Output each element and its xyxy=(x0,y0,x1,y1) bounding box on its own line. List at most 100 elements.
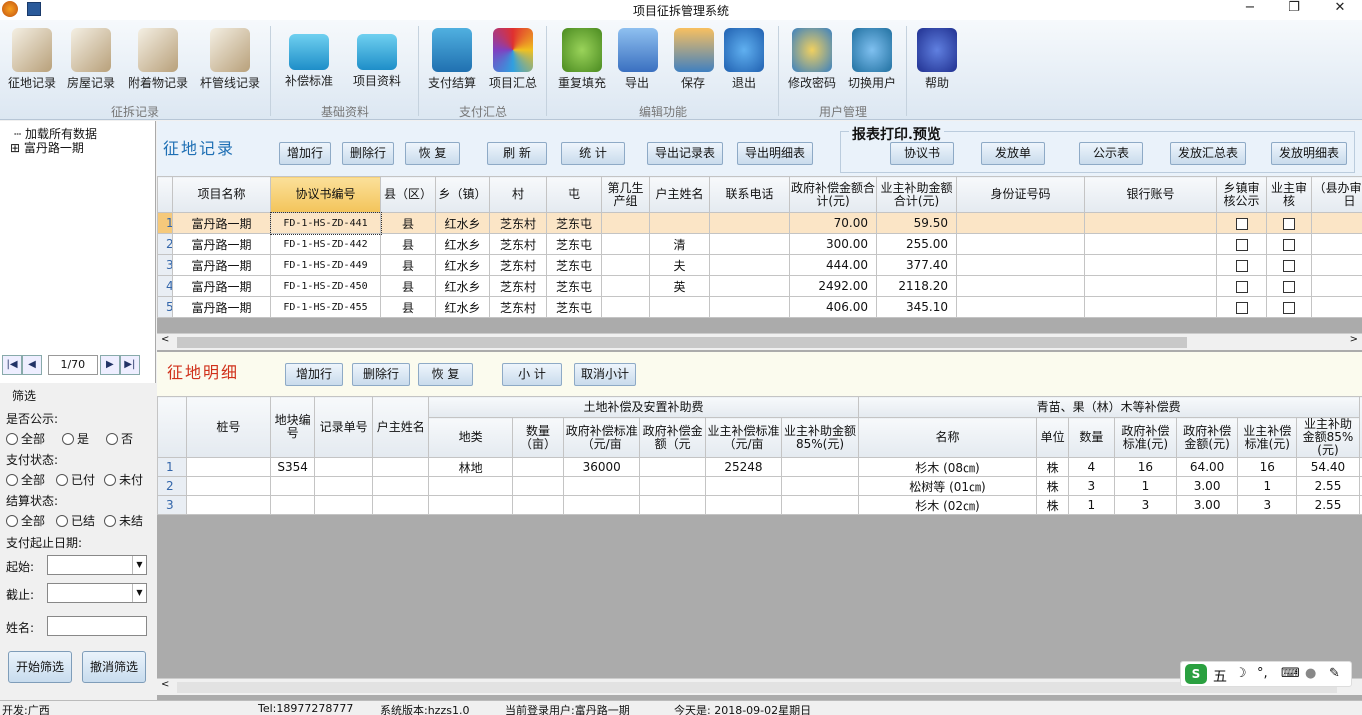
table-cell[interactable] xyxy=(314,457,374,477)
table-cell[interactable]: 5 xyxy=(157,296,173,318)
table-cell[interactable] xyxy=(511,476,564,496)
column-header[interactable]: 村 xyxy=(489,176,547,213)
checkbox[interactable] xyxy=(1235,259,1248,272)
table-row[interactable]: 3富丹路一期FD-1-HS-ZD-449县红水乡芝东村芝东屯 夫 444.00377… xyxy=(157,254,1362,276)
close-button[interactable]: ✕ xyxy=(1320,0,1360,18)
ribbon-button-3[interactable]: 杆管线记录 xyxy=(198,24,262,90)
table-cell[interactable] xyxy=(601,212,650,234)
cancel-filter-button[interactable]: 撤消筛选 xyxy=(82,651,146,683)
table-cell[interactable]: 红水乡 xyxy=(435,275,490,297)
page-input[interactable]: 1/70 xyxy=(47,355,98,375)
table-cell[interactable]: 2.55 xyxy=(1296,476,1360,496)
table-cell[interactable]: 1 xyxy=(1113,476,1178,496)
table-cell[interactable]: 64.00 xyxy=(1175,457,1239,477)
ribbon-button-4[interactable]: 补偿标准 xyxy=(280,24,338,88)
table-cell[interactable]: 3.00 xyxy=(1175,476,1239,496)
table-cell[interactable] xyxy=(781,457,859,477)
checkbox[interactable] xyxy=(1235,301,1248,314)
table-cell[interactable]: 3.00 xyxy=(1175,495,1239,515)
table-cell[interactable] xyxy=(1216,275,1267,297)
table-cell[interactable] xyxy=(1266,233,1312,255)
table-cell[interactable] xyxy=(1084,254,1217,276)
pay-all-radio[interactable]: 全部 xyxy=(6,471,45,488)
detail-restore-button[interactable]: 恢 复 xyxy=(418,363,473,386)
checkbox[interactable] xyxy=(1235,217,1248,230)
table-cell[interactable] xyxy=(1311,254,1362,276)
table-cell[interactable]: 1 xyxy=(1067,495,1115,515)
minimize-button[interactable]: − xyxy=(1230,0,1270,18)
table-cell[interactable] xyxy=(562,495,641,515)
checkbox[interactable] xyxy=(1283,217,1295,230)
table-cell[interactable]: 1 xyxy=(157,457,187,477)
export-record-button[interactable]: 导出记录表 xyxy=(647,142,723,165)
ribbon-button-14[interactable]: 帮助 xyxy=(912,24,962,90)
stats-button[interactable]: 统 计 xyxy=(561,142,625,165)
ribbon-button-9[interactable]: 导出 xyxy=(618,24,658,90)
table-cell[interactable]: 芝东村 xyxy=(489,212,547,234)
table-cell[interactable] xyxy=(314,476,374,496)
table-cell[interactable]: 红水乡 xyxy=(435,212,490,234)
first-page-icon[interactable]: |◀ xyxy=(2,355,22,375)
table-cell[interactable] xyxy=(372,476,430,496)
table-cell[interactable] xyxy=(956,212,1085,234)
table-cell[interactable]: 林地 xyxy=(428,457,513,477)
table-cell[interactable]: 3 xyxy=(157,254,173,276)
column-header[interactable]: 第几生产组 xyxy=(601,176,650,213)
ribbon-button-0[interactable]: 征地记录 xyxy=(6,24,58,90)
ribbon-button-6[interactable]: 支付结算 xyxy=(426,24,478,90)
settle-undone-radio[interactable]: 未结 xyxy=(104,512,143,529)
table-cell[interactable]: 70.00 xyxy=(789,212,877,234)
pay-unpaid-radio[interactable]: 未付 xyxy=(104,471,143,488)
table-cell[interactable]: 377.40 xyxy=(876,254,957,276)
name-input[interactable] xyxy=(47,616,147,636)
table-cell[interactable]: 清 xyxy=(649,233,710,255)
table-cell[interactable]: 县 xyxy=(380,275,436,297)
public-yes-radio[interactable]: 是 xyxy=(62,430,89,447)
next-page-icon[interactable]: ▶ xyxy=(99,355,120,375)
table-cell[interactable]: 255.00 xyxy=(876,233,957,255)
table-cell[interactable] xyxy=(1266,212,1312,234)
table-cell[interactable]: 1 xyxy=(1237,476,1298,496)
table-cell[interactable]: 株 xyxy=(1036,457,1069,477)
table-cell[interactable]: 富丹路一期 xyxy=(172,296,271,318)
table-cell[interactable] xyxy=(956,296,1085,318)
table-cell[interactable] xyxy=(1216,233,1267,255)
table-cell[interactable]: 3 xyxy=(1237,495,1298,515)
table-cell[interactable] xyxy=(639,457,706,477)
table-cell[interactable]: 芝东屯 xyxy=(546,233,602,255)
table-cell[interactable] xyxy=(601,233,650,255)
table-cell[interactable] xyxy=(649,296,710,318)
column-header[interactable]: 业主审核 xyxy=(1266,176,1312,213)
table-cell[interactable] xyxy=(956,275,1085,297)
table-cell[interactable]: 县 xyxy=(380,296,436,318)
table-row[interactable]: 1 S354 林地 36000 25248 杉木 (08㎝) 株 4 16 64.00 16 54.4… xyxy=(157,457,1362,477)
ribbon-button-1[interactable]: 房屋记录 xyxy=(64,24,118,90)
table-cell[interactable] xyxy=(372,495,430,515)
table-cell[interactable] xyxy=(709,296,790,318)
tree-node-all[interactable]: ┄ 加载所有数据 xyxy=(4,127,154,141)
distribution-button[interactable]: 发放单 xyxy=(981,142,1045,165)
summary-button[interactable]: 发放汇总表 xyxy=(1170,142,1246,165)
table-cell[interactable] xyxy=(704,495,783,515)
table-cell[interactable]: 县 xyxy=(380,233,436,255)
punctuation-icon[interactable]: °, xyxy=(1257,666,1268,681)
ribbon-button-11[interactable]: 退出 xyxy=(722,24,766,90)
column-header[interactable]: 业主补助金额合计(元) xyxy=(876,176,957,213)
table-cell[interactable]: 2 xyxy=(157,476,187,496)
agreement-button[interactable]: 协议书 xyxy=(890,142,954,165)
table-cell[interactable]: S354 xyxy=(270,457,316,477)
table-cell[interactable] xyxy=(649,212,710,234)
checkbox[interactable] xyxy=(1283,280,1295,293)
wrench-icon[interactable]: ✎ xyxy=(1329,666,1340,681)
table-cell[interactable] xyxy=(639,476,706,496)
table-cell[interactable]: 4 xyxy=(157,275,173,297)
checkbox[interactable] xyxy=(1235,280,1248,293)
ribbon-button-10[interactable]: 保存 xyxy=(674,24,714,90)
table-cell[interactable] xyxy=(511,457,564,477)
checkbox[interactable] xyxy=(1283,238,1295,251)
table-cell[interactable] xyxy=(1266,275,1312,297)
table-cell[interactable] xyxy=(709,275,790,297)
table-cell[interactable] xyxy=(1084,275,1217,297)
table-cell[interactable]: 2492.00 xyxy=(789,275,877,297)
end-date-dropdown[interactable]: ▼ xyxy=(47,583,147,603)
